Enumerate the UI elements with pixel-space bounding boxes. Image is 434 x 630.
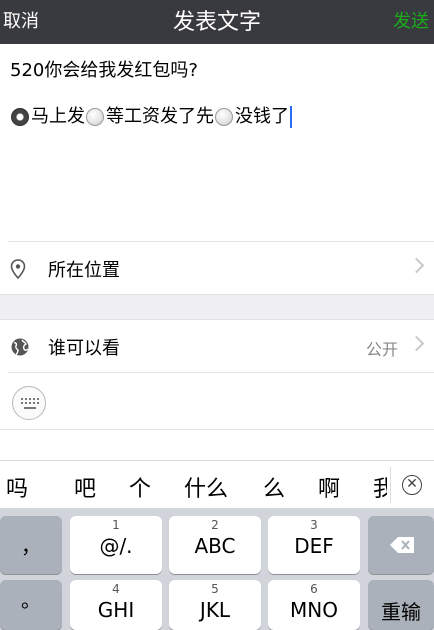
key-period[interactable]: 。 xyxy=(0,580,62,630)
visibility-row[interactable]: 谁可以看 公开 xyxy=(0,320,434,372)
candidate-word[interactable]: 吗 xyxy=(6,471,28,503)
compose-text-area[interactable]: 520你会给我发红包吗? 马上发 等工资发了先 没钱了 xyxy=(10,58,430,130)
location-label: 所在位置 xyxy=(48,260,120,281)
backspace-icon xyxy=(390,537,414,553)
keyboard-icon xyxy=(21,398,39,409)
candidate-word[interactable]: 什么 xyxy=(184,471,228,503)
divider xyxy=(390,467,391,503)
page-title: 发表文字 xyxy=(172,10,261,35)
return-key-label: 重输 xyxy=(381,600,421,624)
key-2[interactable]: 2 ABC xyxy=(169,516,261,574)
globe-icon xyxy=(11,338,29,356)
compose-question-text: 520你会给我发红包吗? xyxy=(10,60,198,81)
candidate-word[interactable]: 我 xyxy=(373,471,387,503)
poll-options-line: 马上发 等工资发了先 没钱了 xyxy=(10,104,430,130)
poll-option-2: 等工资发了先 xyxy=(106,106,214,127)
key-6[interactable]: 6 MNO xyxy=(268,580,360,630)
divider xyxy=(0,429,434,430)
candidate-word[interactable]: 个 xyxy=(129,471,151,503)
visibility-label: 谁可以看 xyxy=(48,338,120,359)
keyboard-toggle-button[interactable] xyxy=(12,386,46,420)
backspace-key[interactable] xyxy=(368,516,434,574)
candidate-word[interactable]: 吧 xyxy=(74,471,96,503)
location-row[interactable]: 所在位置 xyxy=(0,242,434,294)
close-candidates-icon[interactable]: ✕ xyxy=(402,475,422,495)
key-1[interactable]: 1 @/. xyxy=(70,516,162,574)
radio-selected-icon xyxy=(11,108,29,126)
chevron-right-icon xyxy=(408,257,425,274)
chevron-right-icon xyxy=(408,335,425,352)
key-5[interactable]: 5 JKL xyxy=(169,580,261,630)
nav-bar: 取消 发表文字 发送 xyxy=(0,0,434,44)
key-3[interactable]: 3 DEF xyxy=(268,516,360,574)
candidate-bar: 吗 吧 个 什么 么 啊 我 ✕ xyxy=(0,460,434,509)
key-4[interactable]: 4 GHI xyxy=(70,580,162,630)
candidate-word[interactable]: 么 xyxy=(263,471,285,503)
section-gap xyxy=(0,295,434,319)
send-button[interactable]: 发送 xyxy=(393,7,429,33)
key-comma[interactable]: ， xyxy=(0,516,62,574)
poll-option-1: 马上发 xyxy=(31,106,85,127)
visibility-value: 公开 xyxy=(365,340,398,359)
divider xyxy=(8,372,434,373)
return-key[interactable]: 重输 xyxy=(368,580,434,630)
candidate-word[interactable]: 啊 xyxy=(318,471,340,503)
radio-unselected-icon xyxy=(215,108,233,126)
text-cursor xyxy=(290,106,292,128)
poll-option-3: 没钱了 xyxy=(235,106,289,127)
radio-unselected-icon xyxy=(86,108,104,126)
location-pin-icon xyxy=(10,259,26,279)
